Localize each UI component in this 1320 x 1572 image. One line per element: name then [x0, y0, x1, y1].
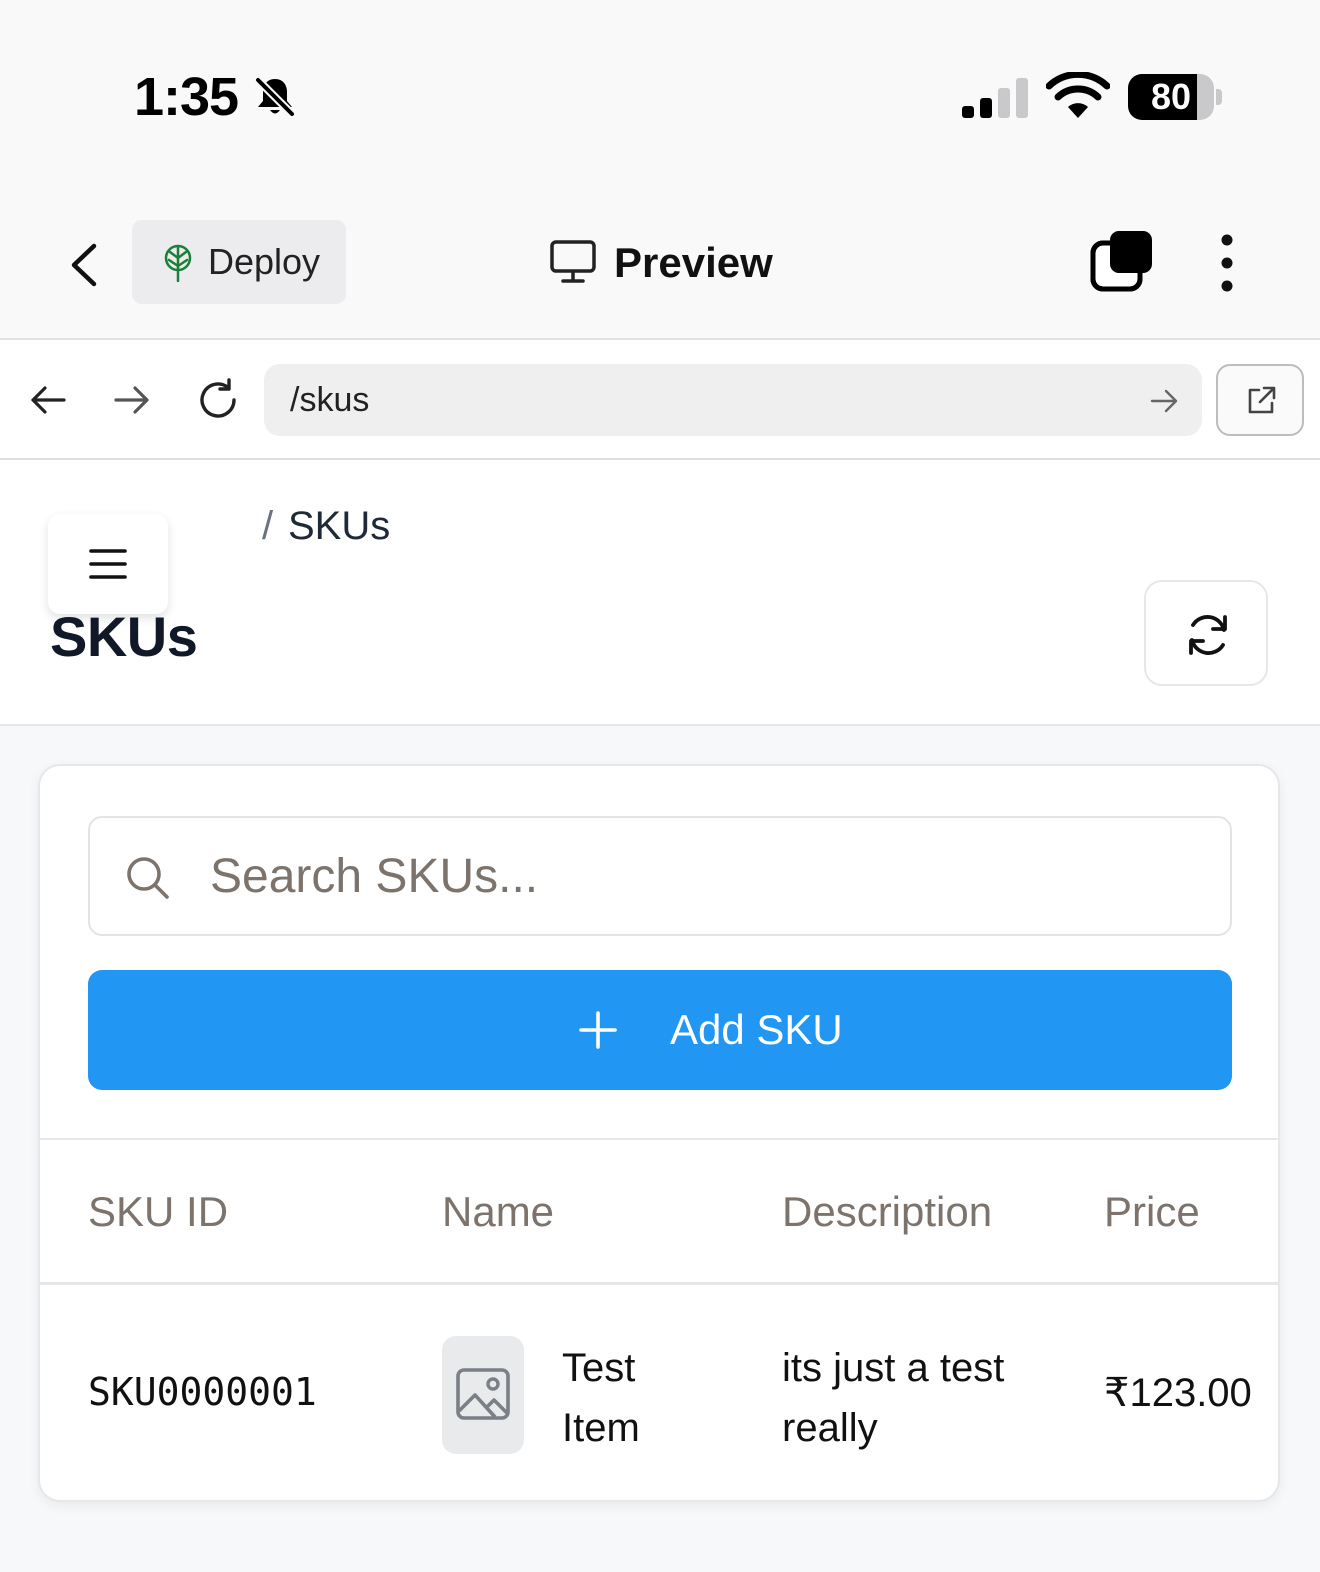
add-sku-button[interactable]: Add SKU	[88, 970, 1232, 1090]
battery-level: 80	[1150, 76, 1192, 117]
search-icon	[127, 857, 169, 899]
monitor-icon	[550, 240, 596, 283]
cell-description: its just a test really	[782, 1346, 1005, 1450]
open-external-button[interactable]	[1216, 364, 1304, 436]
page-title: SKUs	[50, 605, 198, 668]
column-header-sku-id[interactable]: SKU ID	[88, 1140, 228, 1284]
arrow-right-icon[interactable]	[112, 380, 152, 420]
reload-icon[interactable]	[196, 378, 240, 422]
skus-card: Add SKU SKU ID Name Description Price SK…	[38, 764, 1280, 1502]
cell-sku-id: SKU0000001	[88, 1370, 317, 1414]
tabs-icon[interactable]	[1090, 230, 1154, 292]
column-header-price[interactable]: Price	[1104, 1140, 1200, 1284]
battery-indicator: 80	[1128, 74, 1224, 120]
battery-tip	[1216, 89, 1222, 105]
breadcrumb-separator: /	[262, 504, 274, 548]
url-text: /skus	[290, 381, 370, 419]
deploy-label: Deploy	[208, 241, 321, 282]
go-arrow-icon[interactable]	[1150, 388, 1178, 414]
status-bar: 1:35 80	[0, 0, 1320, 190]
image-placeholder-icon	[456, 1368, 510, 1420]
browser-url-bar: /skus	[0, 340, 1320, 460]
cell-price: ₹123.00	[1104, 1371, 1252, 1415]
search-box[interactable]	[88, 816, 1232, 936]
sku-thumbnail	[442, 1336, 524, 1454]
url-field[interactable]: /skus	[264, 364, 1202, 436]
refresh-button[interactable]	[1144, 580, 1268, 686]
status-time: 1:35	[134, 67, 239, 127]
page-header: ory / SKUs SKUs	[0, 460, 1320, 726]
divider	[40, 1282, 1278, 1285]
table-row[interactable]: SKU0000001 Test Item its just a test rea…	[40, 1286, 1278, 1500]
deploy-button[interactable]: Deploy	[132, 220, 346, 304]
external-link-icon	[1248, 386, 1276, 414]
hamburger-menu-icon	[89, 549, 127, 579]
table-header: SKU ID Name Description Price	[40, 1140, 1278, 1284]
cellular-signal-icon	[962, 78, 1028, 118]
refresh-icon	[1189, 615, 1227, 655]
column-header-name[interactable]: Name	[442, 1140, 554, 1284]
battery-body: 80	[1128, 74, 1214, 120]
wifi-icon	[1046, 72, 1110, 118]
chevron-left-icon[interactable]	[66, 242, 102, 288]
arrow-left-icon[interactable]	[28, 380, 68, 420]
cell-name: Test Item	[562, 1346, 640, 1450]
menu-button[interactable]	[48, 514, 168, 614]
add-sku-label: Add SKU	[670, 1006, 843, 1053]
column-header-description[interactable]: Description	[782, 1140, 992, 1284]
preview-label: Preview	[614, 239, 773, 286]
search-input[interactable]	[210, 818, 1190, 934]
app-header: Deploy Preview	[0, 190, 1320, 340]
bell-slash-icon	[255, 77, 295, 117]
more-vertical-icon[interactable]	[1214, 234, 1240, 292]
breadcrumb-current: SKUs	[288, 504, 391, 548]
deploy-tree-icon	[164, 244, 192, 282]
plus-icon	[579, 1011, 617, 1049]
